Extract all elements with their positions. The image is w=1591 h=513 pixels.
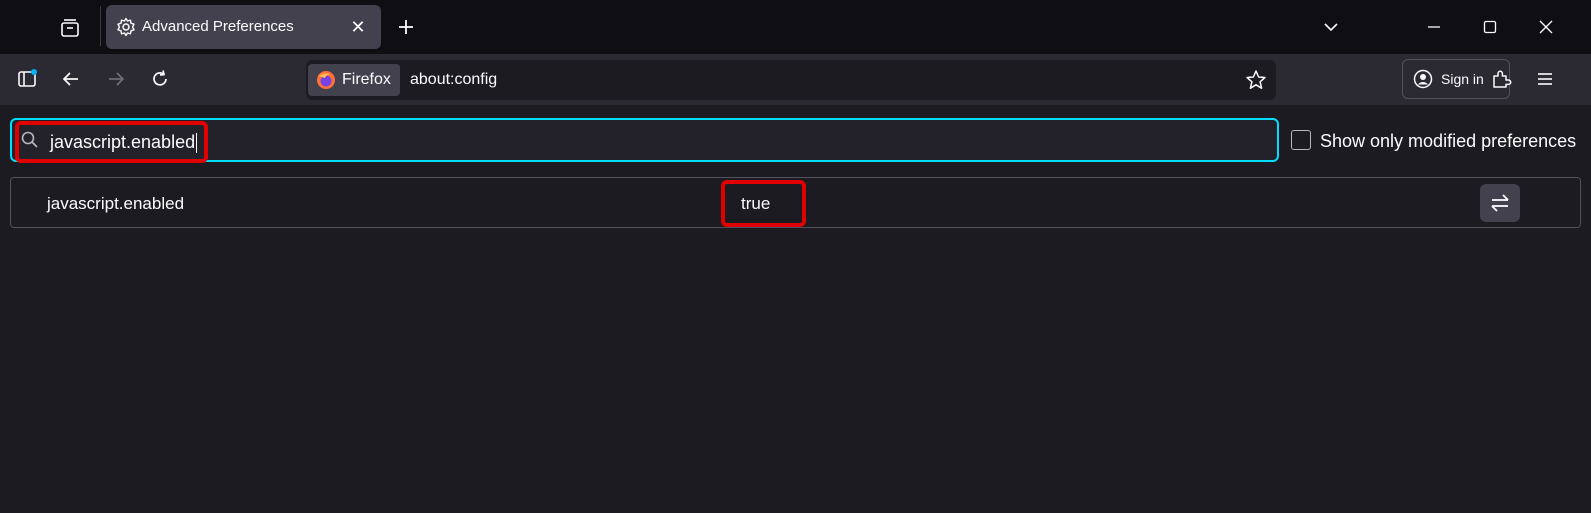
value-highlight-box bbox=[721, 180, 806, 227]
search-highlight-box bbox=[15, 121, 208, 163]
hamburger-menu-icon bbox=[1535, 69, 1555, 89]
toggle-icon bbox=[1489, 192, 1511, 214]
plus-icon bbox=[397, 18, 415, 36]
window-close-button[interactable] bbox=[1528, 10, 1564, 44]
maximize-button[interactable] bbox=[1472, 10, 1508, 44]
show-modified-label[interactable]: Show only modified preferences bbox=[1320, 131, 1576, 152]
identity-label: Firefox bbox=[342, 71, 391, 88]
forward-arrow-icon bbox=[106, 69, 126, 89]
sidebar-icon bbox=[16, 68, 38, 90]
extensions-button[interactable] bbox=[1484, 62, 1518, 96]
bookmark-star-button[interactable] bbox=[1244, 68, 1268, 92]
tab-advanced-preferences[interactable]: Advanced Preferences ✕ bbox=[106, 5, 381, 49]
window-close-icon bbox=[1539, 20, 1553, 34]
sign-in-label: Sign in bbox=[1441, 71, 1484, 87]
reload-button[interactable] bbox=[143, 62, 177, 96]
new-tab-button[interactable] bbox=[392, 13, 420, 41]
navigation-toolbar: Firefox about:config Sign in bbox=[0, 54, 1591, 105]
reload-icon bbox=[150, 69, 170, 89]
tab-close-button[interactable]: ✕ bbox=[346, 15, 370, 39]
minimize-button[interactable] bbox=[1416, 10, 1452, 44]
account-icon bbox=[1413, 69, 1433, 89]
url-text[interactable]: about:config bbox=[410, 71, 497, 89]
tab-separator bbox=[100, 6, 101, 46]
tab-list-icon bbox=[59, 17, 81, 39]
tab-strip: Advanced Preferences ✕ bbox=[0, 0, 1591, 54]
minimize-icon bbox=[1427, 20, 1441, 34]
gear-icon bbox=[116, 17, 136, 37]
sidebar-button[interactable] bbox=[10, 62, 44, 96]
show-modified-checkbox[interactable] bbox=[1291, 130, 1311, 150]
tab-title: Advanced Preferences bbox=[142, 18, 294, 35]
identity-box[interactable]: Firefox bbox=[308, 64, 400, 96]
forward-button[interactable] bbox=[99, 62, 133, 96]
back-button[interactable] bbox=[54, 62, 88, 96]
preference-name: javascript.enabled bbox=[47, 194, 185, 213]
toggle-preference-button[interactable] bbox=[1480, 184, 1520, 222]
close-icon: ✕ bbox=[350, 16, 366, 37]
star-icon bbox=[1245, 69, 1267, 91]
list-all-tabs-button[interactable] bbox=[1313, 10, 1349, 44]
tab-list-button[interactable] bbox=[56, 14, 84, 42]
application-menu-button[interactable] bbox=[1528, 62, 1562, 96]
extensions-icon bbox=[1490, 68, 1512, 90]
firefox-logo-icon bbox=[316, 70, 336, 90]
back-arrow-icon bbox=[61, 69, 81, 89]
address-bar[interactable]: Firefox about:config bbox=[306, 60, 1276, 100]
chevron-down-icon bbox=[1322, 18, 1340, 36]
maximize-icon bbox=[1483, 20, 1497, 34]
